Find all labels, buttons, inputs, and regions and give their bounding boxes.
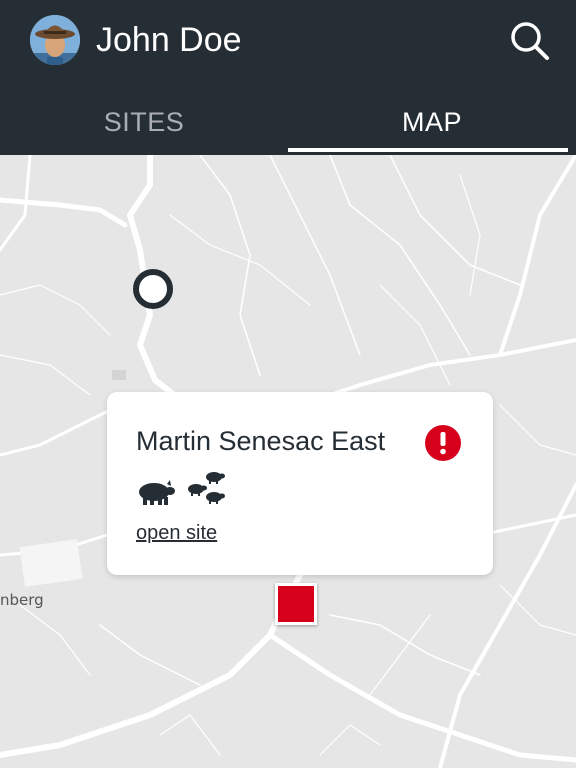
map-place-label: nberg (0, 591, 44, 609)
sow-icon (139, 480, 175, 505)
alert-icon (425, 425, 461, 461)
tab-sites[interactable]: SITES (0, 92, 288, 152)
animal-types (137, 472, 237, 512)
avatar[interactable] (30, 15, 80, 65)
active-tab-indicator (288, 148, 568, 152)
user-name: John Doe (96, 21, 242, 59)
location-marker-icon (133, 269, 173, 309)
map-view[interactable]: nberg Martin Senesac East open site (0, 155, 576, 768)
search-icon (511, 22, 549, 60)
site-marker-square[interactable] (275, 583, 317, 625)
user-avatar-icon (30, 15, 80, 65)
site-name: Martin Senesac East (136, 426, 386, 456)
site-marker-circle[interactable] (132, 268, 174, 310)
piglets-icon (188, 472, 225, 504)
open-site-link[interactable]: open site (136, 522, 217, 545)
site-popup: Martin Senesac East open site (107, 392, 493, 575)
tab-map[interactable]: MAP (288, 92, 576, 152)
search-button[interactable] (506, 18, 554, 64)
app-bar: John Doe SITES MAP (0, 0, 576, 155)
